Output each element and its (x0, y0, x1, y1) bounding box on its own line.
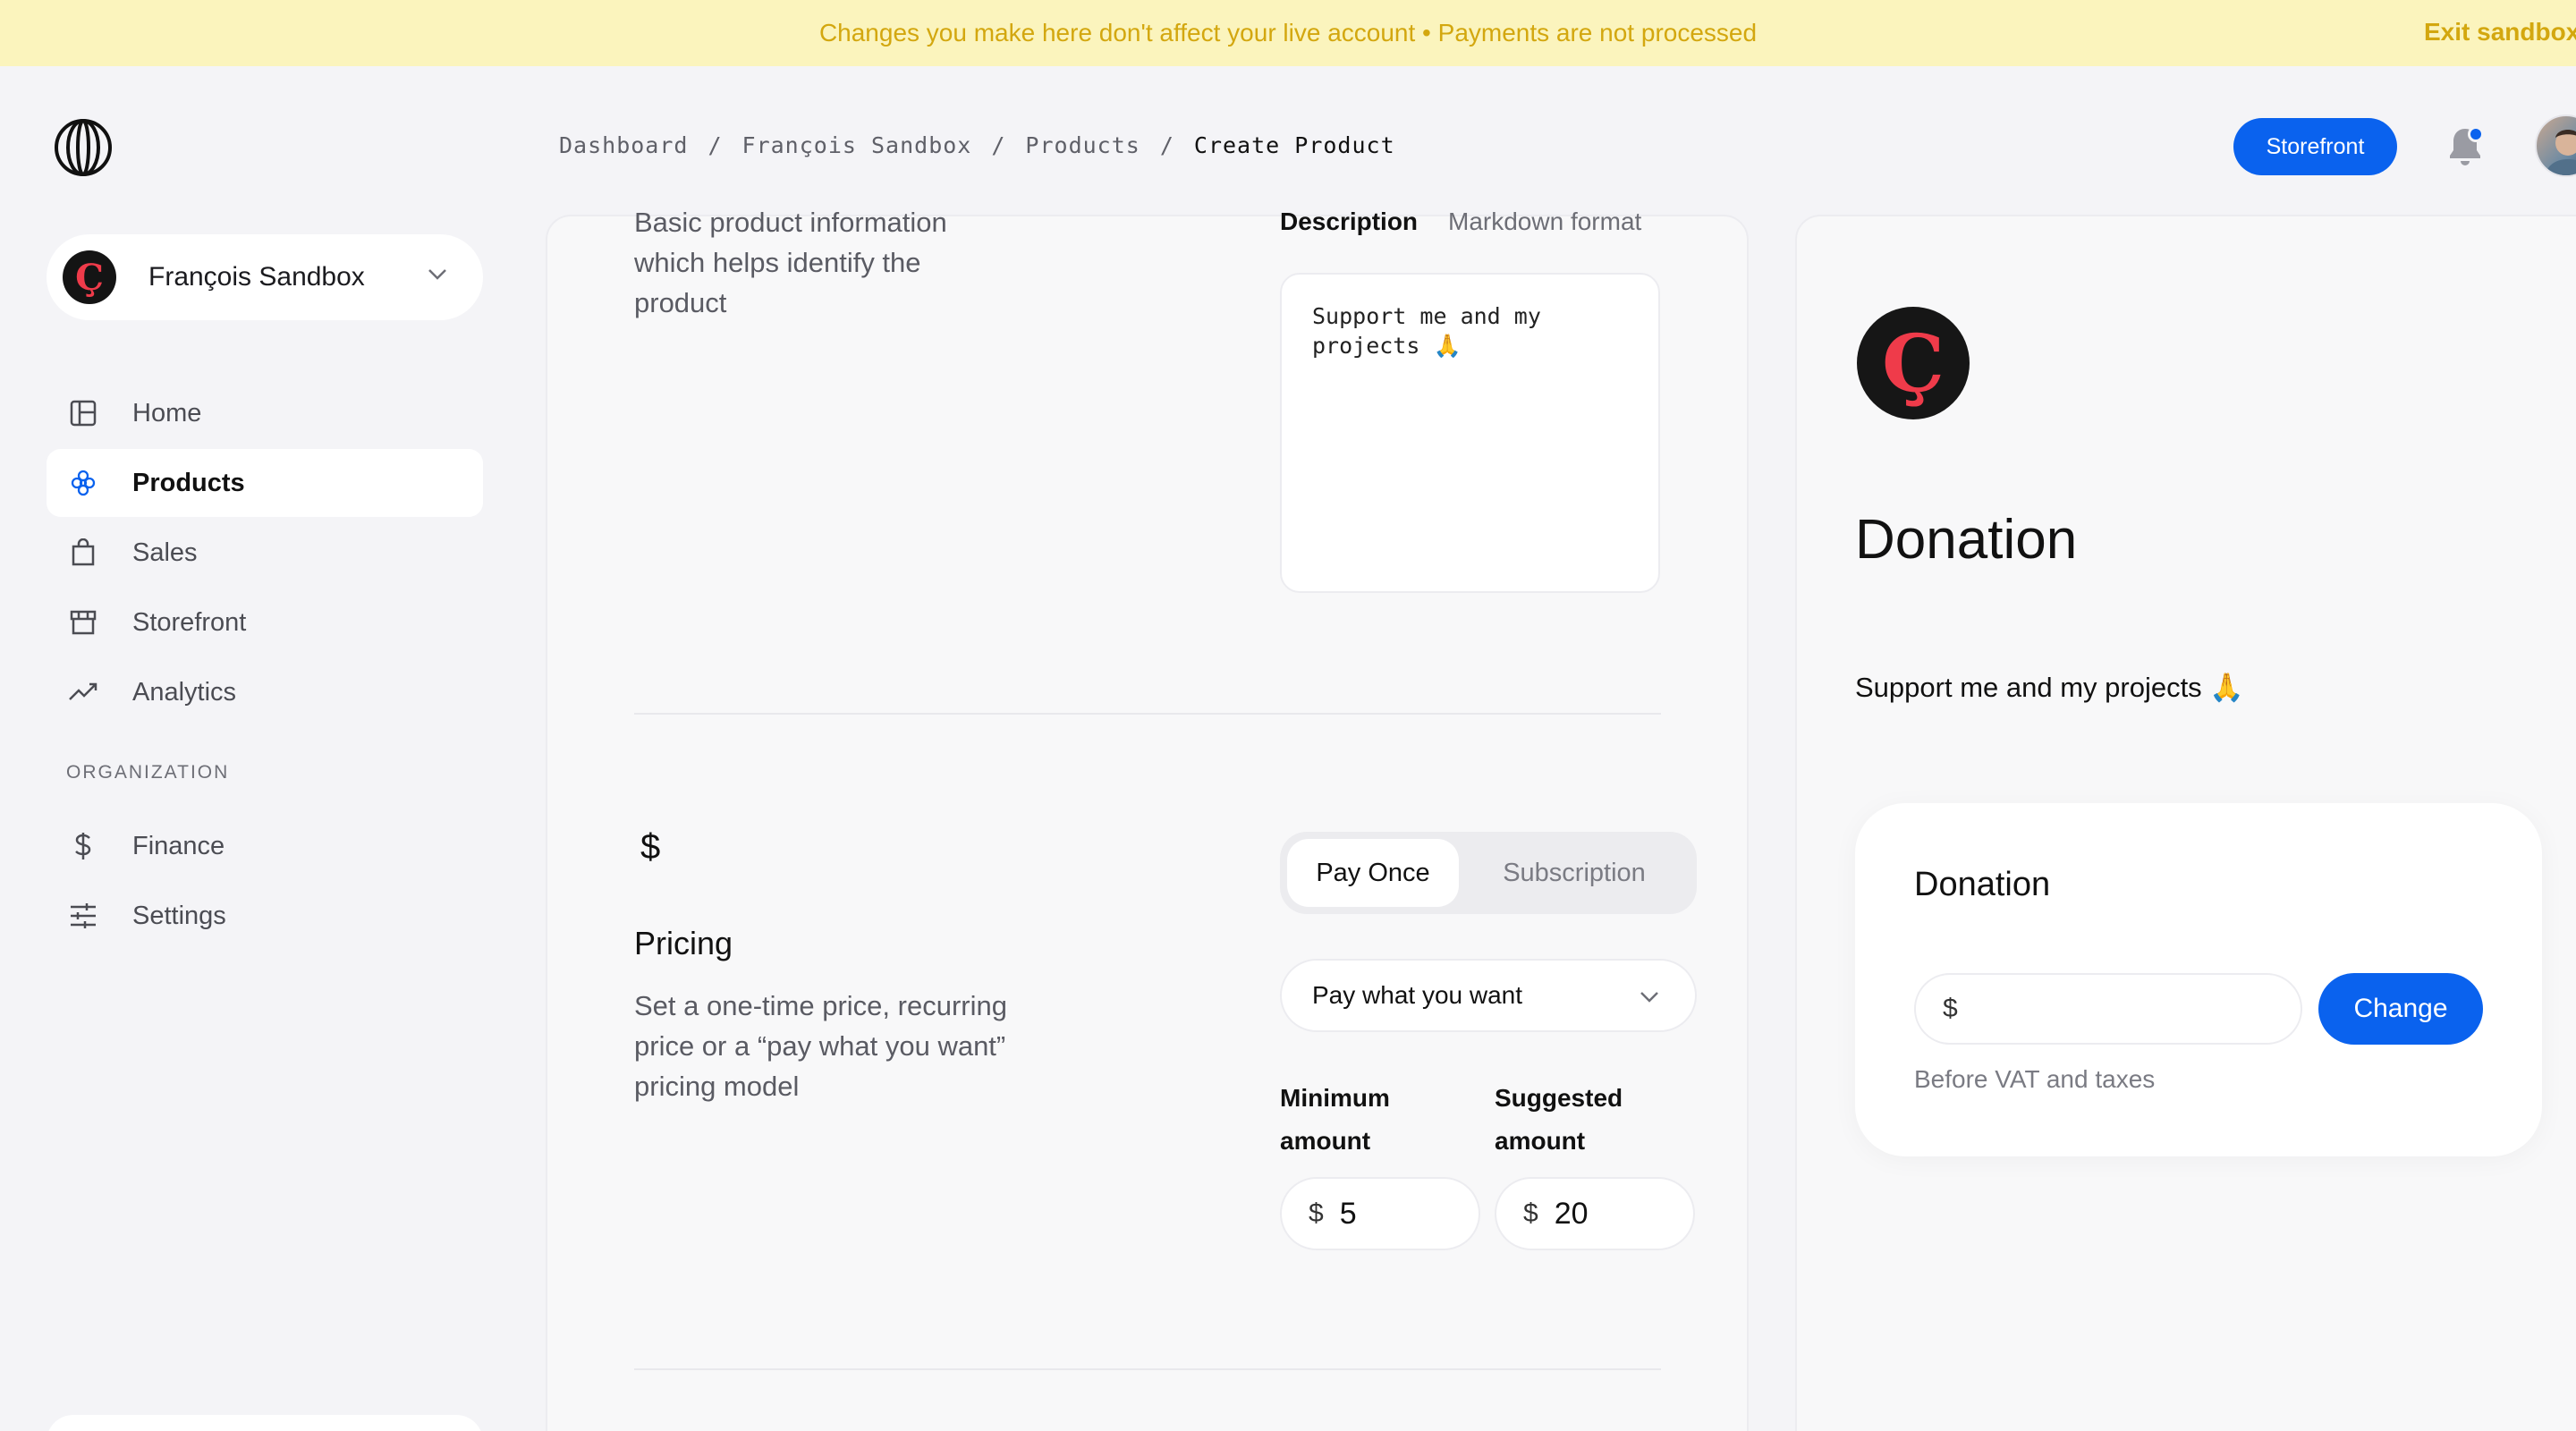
avatar-portrait-icon (2545, 130, 2576, 175)
pricing-dollar-icon: $ (640, 827, 661, 867)
app-logo[interactable] (54, 118, 113, 177)
organization-nav: Finance Settings (47, 812, 483, 952)
pricing-model-select[interactable]: Pay what you want (1280, 959, 1697, 1032)
organization-switcher[interactable]: Ç François Sandbox (47, 234, 483, 320)
store-icon (68, 607, 98, 638)
breadcrumb: Dashboard / François Sandbox / Products … (559, 132, 1395, 158)
sidebar-item-label: Settings (132, 901, 226, 930)
trending-up-icon (68, 677, 98, 707)
sidebar-item-label: Finance (132, 831, 225, 860)
currency-symbol: $ (1523, 1198, 1538, 1228)
organization-name: François Sandbox (148, 262, 365, 292)
currency-symbol: $ (1943, 994, 1958, 1023)
minimum-amount-value: 5 (1339, 1196, 1357, 1231)
sidebar-section-heading: ORGANIZATION (66, 762, 230, 783)
sidebar-item-storefront[interactable]: Storefront (47, 588, 483, 656)
sidebar-item-sales[interactable]: Sales (47, 519, 483, 587)
section-divider (634, 713, 1661, 715)
sidebar-item-label: Products (132, 468, 245, 497)
sliders-icon (68, 901, 98, 931)
sandbox-banner-message: Changes you make here don't affect your … (818, 19, 1758, 47)
suggested-amount-input[interactable]: $ 20 (1495, 1177, 1695, 1250)
pricing-description: Set a one-time price, recurring price or… (634, 990, 1007, 1102)
subscription-option[interactable]: Subscription (1459, 839, 1690, 907)
sidebar-footer (47, 1415, 483, 1431)
sidebar-item-label: Sales (132, 538, 198, 567)
checkout-title: Donation (1914, 866, 2051, 903)
preview-product-title: Donation (1855, 509, 2078, 571)
chevron-down-icon (1640, 992, 1658, 1003)
dollar-icon (68, 831, 98, 861)
exit-sandbox-link[interactable]: Exit sandbox (2424, 18, 2576, 47)
user-avatar[interactable] (2535, 114, 2576, 177)
pricing-model-value: Pay what you want (1312, 981, 1523, 1009)
pricing-heading: Pricing (634, 925, 733, 961)
checkout-amount-input[interactable]: $ (1914, 973, 2302, 1045)
sidebar-item-finance[interactable]: Finance (47, 812, 483, 880)
minimum-amount-label: Minimum amount (1280, 1084, 1390, 1155)
description-textarea[interactable]: Support me and my projects 🙏 (1280, 273, 1660, 593)
description-format-hint: Markdown format (1448, 207, 1642, 235)
breadcrumb-organization[interactable]: François Sandbox (742, 132, 972, 158)
suggested-amount-value: 20 (1554, 1196, 1589, 1231)
sidebar-item-label: Storefront (132, 607, 247, 637)
layout-icon (68, 398, 98, 428)
description-label: Description (1280, 207, 1419, 235)
change-button[interactable]: Change (2318, 973, 2483, 1045)
billing-type-toggle: Pay Once Subscription (1280, 832, 1697, 914)
sandbox-banner: Changes you make here don't affect your … (0, 0, 2576, 66)
currency-symbol: $ (1309, 1198, 1324, 1228)
basic-info-description: Basic product information which helps id… (634, 207, 947, 318)
sidebar-item-analytics[interactable]: Analytics (47, 658, 483, 726)
organization-logo: Ç (63, 250, 116, 304)
preview-product-description: Support me and my projects 🙏 (1855, 672, 2244, 703)
breadcrumb-products[interactable]: Products (1025, 132, 1140, 158)
notification-dot (2468, 126, 2484, 142)
storefront-button[interactable]: Storefront (2233, 118, 2397, 175)
sidebar-nav: Home Products Sales Storefront Analytics (47, 379, 483, 728)
sidebar-item-label: Analytics (132, 677, 237, 707)
sidebar-item-settings[interactable]: Settings (47, 882, 483, 950)
breadcrumb-current: Create Product (1193, 132, 1395, 158)
sidebar-item-home[interactable]: Home (47, 379, 483, 447)
chevron-down-icon (428, 269, 446, 280)
suggested-amount-label: Suggested amount (1495, 1084, 1623, 1155)
sidebar-item-products[interactable]: Products (47, 449, 483, 517)
breadcrumb-separator: / (708, 132, 723, 158)
breadcrumb-dashboard[interactable]: Dashboard (559, 132, 688, 158)
shopping-bag-icon (68, 538, 98, 568)
pay-once-option[interactable]: Pay Once (1287, 839, 1459, 907)
sidebar-item-label: Home (132, 398, 202, 428)
breadcrumb-separator: / (991, 132, 1006, 158)
section-divider (634, 1368, 1661, 1370)
vat-note: Before VAT and taxes (1914, 1065, 2156, 1093)
breadcrumb-separator: / (1159, 132, 1174, 158)
hexagon-cluster-icon (68, 468, 98, 498)
minimum-amount-input[interactable]: $ 5 (1280, 1177, 1480, 1250)
preview-organization-logo: Ç (1857, 307, 1970, 419)
